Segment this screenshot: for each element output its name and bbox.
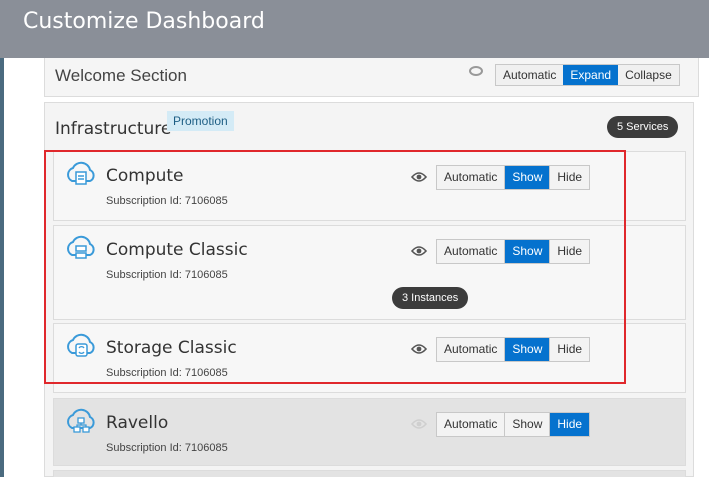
service-name: Storage Classic: [106, 338, 237, 358]
visibility-toggle: Automatic Show Hide: [436, 337, 591, 362]
service-name: Ravello: [106, 413, 169, 433]
welcome-section: Welcome Section Automatic Expand Collaps…: [44, 58, 699, 97]
service-name: Compute Classic: [106, 240, 248, 260]
service-row-compute-classic: Compute Classic Subscription Id: 7106085…: [53, 225, 686, 320]
promotion-badge: Promotion: [167, 111, 234, 131]
welcome-expand-button[interactable]: Expand: [563, 65, 619, 85]
dialog-body[interactable]: Welcome Section Automatic Expand Collaps…: [4, 58, 709, 477]
welcome-mode-toggle: Automatic Expand Collapse: [495, 64, 680, 86]
hide-button[interactable]: Hide: [549, 240, 589, 263]
show-button[interactable]: Show: [504, 240, 550, 263]
cloud-compute-classic-icon: [67, 235, 95, 259]
eye-icon[interactable]: [411, 343, 427, 355]
welcome-section-title: Welcome Section: [55, 66, 187, 85]
cloud-compute-icon: [67, 161, 95, 185]
service-row-storage-classic: Storage Classic Subscription Id: 7106085…: [53, 323, 686, 393]
visibility-toggle: Automatic Show Hide: [436, 239, 591, 264]
infrastructure-section: Infrastructure Promotion 5 Services Comp…: [44, 102, 694, 477]
service-row-compute: Compute Subscription Id: 7106085 Automat…: [53, 151, 686, 221]
visibility-toggle: Automatic Show Hide: [436, 412, 591, 437]
automatic-button[interactable]: Automatic: [437, 413, 504, 436]
subscription-id: Subscription Id: 7106085: [106, 442, 228, 454]
eye-icon[interactable]: [411, 171, 427, 183]
cloud-network-icon: [67, 408, 95, 433]
welcome-automatic-button[interactable]: Automatic: [496, 65, 564, 85]
show-button[interactable]: Show: [504, 166, 550, 189]
subscription-id: Subscription Id: 7106085: [106, 195, 228, 207]
automatic-button[interactable]: Automatic: [437, 338, 504, 361]
dialog-header: Customize Dashboard: [0, 0, 709, 58]
service-name: Compute: [106, 166, 184, 186]
eye-icon[interactable]: [411, 418, 427, 430]
cloud-storage-icon: [67, 333, 95, 357]
hide-button[interactable]: Hide: [549, 413, 590, 436]
dialog-title: Customize Dashboard: [23, 9, 265, 34]
subscription-id: Subscription Id: 7106085: [106, 269, 228, 281]
automatic-button[interactable]: Automatic: [437, 240, 504, 263]
services-count-badge: 5 Services: [607, 116, 679, 138]
service-row-ravello: Ravello Subscription Id: 7106085 Automat…: [53, 398, 686, 466]
show-button[interactable]: Show: [504, 413, 549, 436]
eye-icon[interactable]: [411, 245, 427, 257]
service-row-partial: [53, 470, 686, 477]
instances-badge[interactable]: 3 Instances: [392, 287, 469, 309]
welcome-collapse-button[interactable]: Collapse: [618, 65, 679, 85]
infrastructure-title: Infrastructure: [55, 119, 172, 139]
automatic-button[interactable]: Automatic: [437, 166, 504, 189]
hide-button[interactable]: Hide: [549, 166, 589, 189]
visibility-toggle: Automatic Show Hide: [436, 165, 591, 190]
hide-button[interactable]: Hide: [549, 338, 589, 361]
eye-icon: [469, 66, 483, 76]
subscription-id: Subscription Id: 7106085: [106, 367, 228, 379]
show-button[interactable]: Show: [504, 338, 550, 361]
